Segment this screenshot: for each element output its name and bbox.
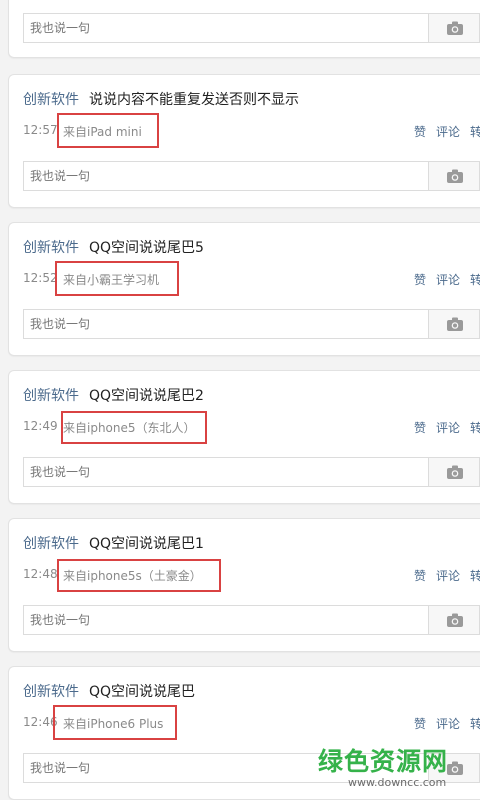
post-header: 创新软件 QQ空间说说尾巴2 xyxy=(23,385,204,405)
camera-button[interactable] xyxy=(428,457,480,487)
post-content: QQ空间说说尾巴 xyxy=(89,684,196,700)
post-author[interactable]: 创新软件 xyxy=(23,388,79,404)
camera-button[interactable] xyxy=(428,161,480,191)
post-actions: 赞评论转 xyxy=(414,419,480,436)
like-button[interactable]: 赞 xyxy=(414,569,426,583)
comment-button[interactable]: 评论 xyxy=(436,569,460,583)
camera-button[interactable] xyxy=(428,13,480,43)
post-author[interactable]: 创新软件 xyxy=(23,536,79,552)
share-button[interactable]: 转 xyxy=(470,421,480,435)
post-time: 12:48 xyxy=(23,567,58,581)
comment-box xyxy=(23,309,480,339)
post-author[interactable]: 创新软件 xyxy=(23,240,79,256)
camera-icon xyxy=(447,317,463,331)
comment-input[interactable] xyxy=(24,310,429,338)
comment-box xyxy=(23,161,480,191)
highlight-box xyxy=(57,559,221,592)
comment-box xyxy=(23,13,480,43)
camera-button[interactable] xyxy=(428,309,480,339)
post-actions: 赞评论转 xyxy=(414,567,480,584)
comment-button[interactable]: 评论 xyxy=(436,717,460,731)
post-time: 12:52 xyxy=(23,271,58,285)
like-button[interactable]: 赞 xyxy=(414,273,426,287)
highlight-box xyxy=(61,411,207,444)
post-card: 创新软件 QQ空间说说尾巴2 12:49 来自iphone5（东北人） 赞评论转 xyxy=(8,370,480,504)
post-content: QQ空间说说尾巴5 xyxy=(89,240,204,256)
camera-icon xyxy=(447,613,463,627)
comment-button[interactable]: 评论 xyxy=(436,421,460,435)
post-content: QQ空间说说尾巴1 xyxy=(89,536,204,552)
camera-icon xyxy=(447,465,463,479)
post-card-partial xyxy=(8,0,480,58)
comment-box xyxy=(23,605,480,635)
watermark-title: 绿色资源网 xyxy=(318,747,449,776)
post-header: 创新软件 QQ空间说说尾巴1 xyxy=(23,533,204,553)
comment-box xyxy=(23,457,480,487)
watermark-logo: 绿色资源网 www.downcc.com xyxy=(318,742,468,794)
highlight-box xyxy=(53,705,177,740)
highlight-box xyxy=(55,261,179,296)
share-button[interactable]: 转 xyxy=(470,717,480,731)
comment-input[interactable] xyxy=(24,458,429,486)
share-button[interactable]: 转 xyxy=(470,569,480,583)
post-author[interactable]: 创新软件 xyxy=(23,684,79,700)
post-card: 创新软件 说说内容不能重复发送否则不显示 12:57 来自iPad mini 赞评… xyxy=(8,74,480,208)
post-header: 创新软件 QQ空间说说尾巴5 xyxy=(23,237,204,257)
post-card: 创新软件 QQ空间说说尾巴5 12:52 来自小霸王学习机 赞评论转 xyxy=(8,222,480,356)
camera-icon xyxy=(447,21,463,35)
post-header: 创新软件 QQ空间说说尾巴 xyxy=(23,681,195,701)
camera-button[interactable] xyxy=(428,605,480,635)
post-time: 12:49 xyxy=(23,419,58,433)
post-content: 说说内容不能重复发送否则不显示 xyxy=(89,92,299,108)
share-button[interactable]: 转 xyxy=(470,273,480,287)
post-time: 12:57 xyxy=(23,123,58,137)
share-button[interactable]: 转 xyxy=(470,125,480,139)
highlight-box xyxy=(57,113,159,148)
like-button[interactable]: 赞 xyxy=(414,421,426,435)
post-actions: 赞评论转 xyxy=(414,123,480,140)
post-author[interactable]: 创新软件 xyxy=(23,92,79,108)
comment-input[interactable] xyxy=(24,162,429,190)
like-button[interactable]: 赞 xyxy=(414,125,426,139)
post-actions: 赞评论转 xyxy=(414,271,480,288)
watermark-url: www.downcc.com xyxy=(348,776,447,789)
post-card: 创新软件 QQ空间说说尾巴1 12:48 来自iphone5s（土豪金） 赞评论转 xyxy=(8,518,480,652)
comment-button[interactable]: 评论 xyxy=(436,273,460,287)
post-actions: 赞评论转 xyxy=(414,715,480,732)
post-content: QQ空间说说尾巴2 xyxy=(89,388,204,404)
comment-button[interactable]: 评论 xyxy=(436,125,460,139)
like-button[interactable]: 赞 xyxy=(414,717,426,731)
post-header: 创新软件 说说内容不能重复发送否则不显示 xyxy=(23,89,299,109)
comment-input[interactable] xyxy=(24,606,429,634)
comment-input[interactable] xyxy=(24,14,429,42)
camera-icon xyxy=(447,169,463,183)
